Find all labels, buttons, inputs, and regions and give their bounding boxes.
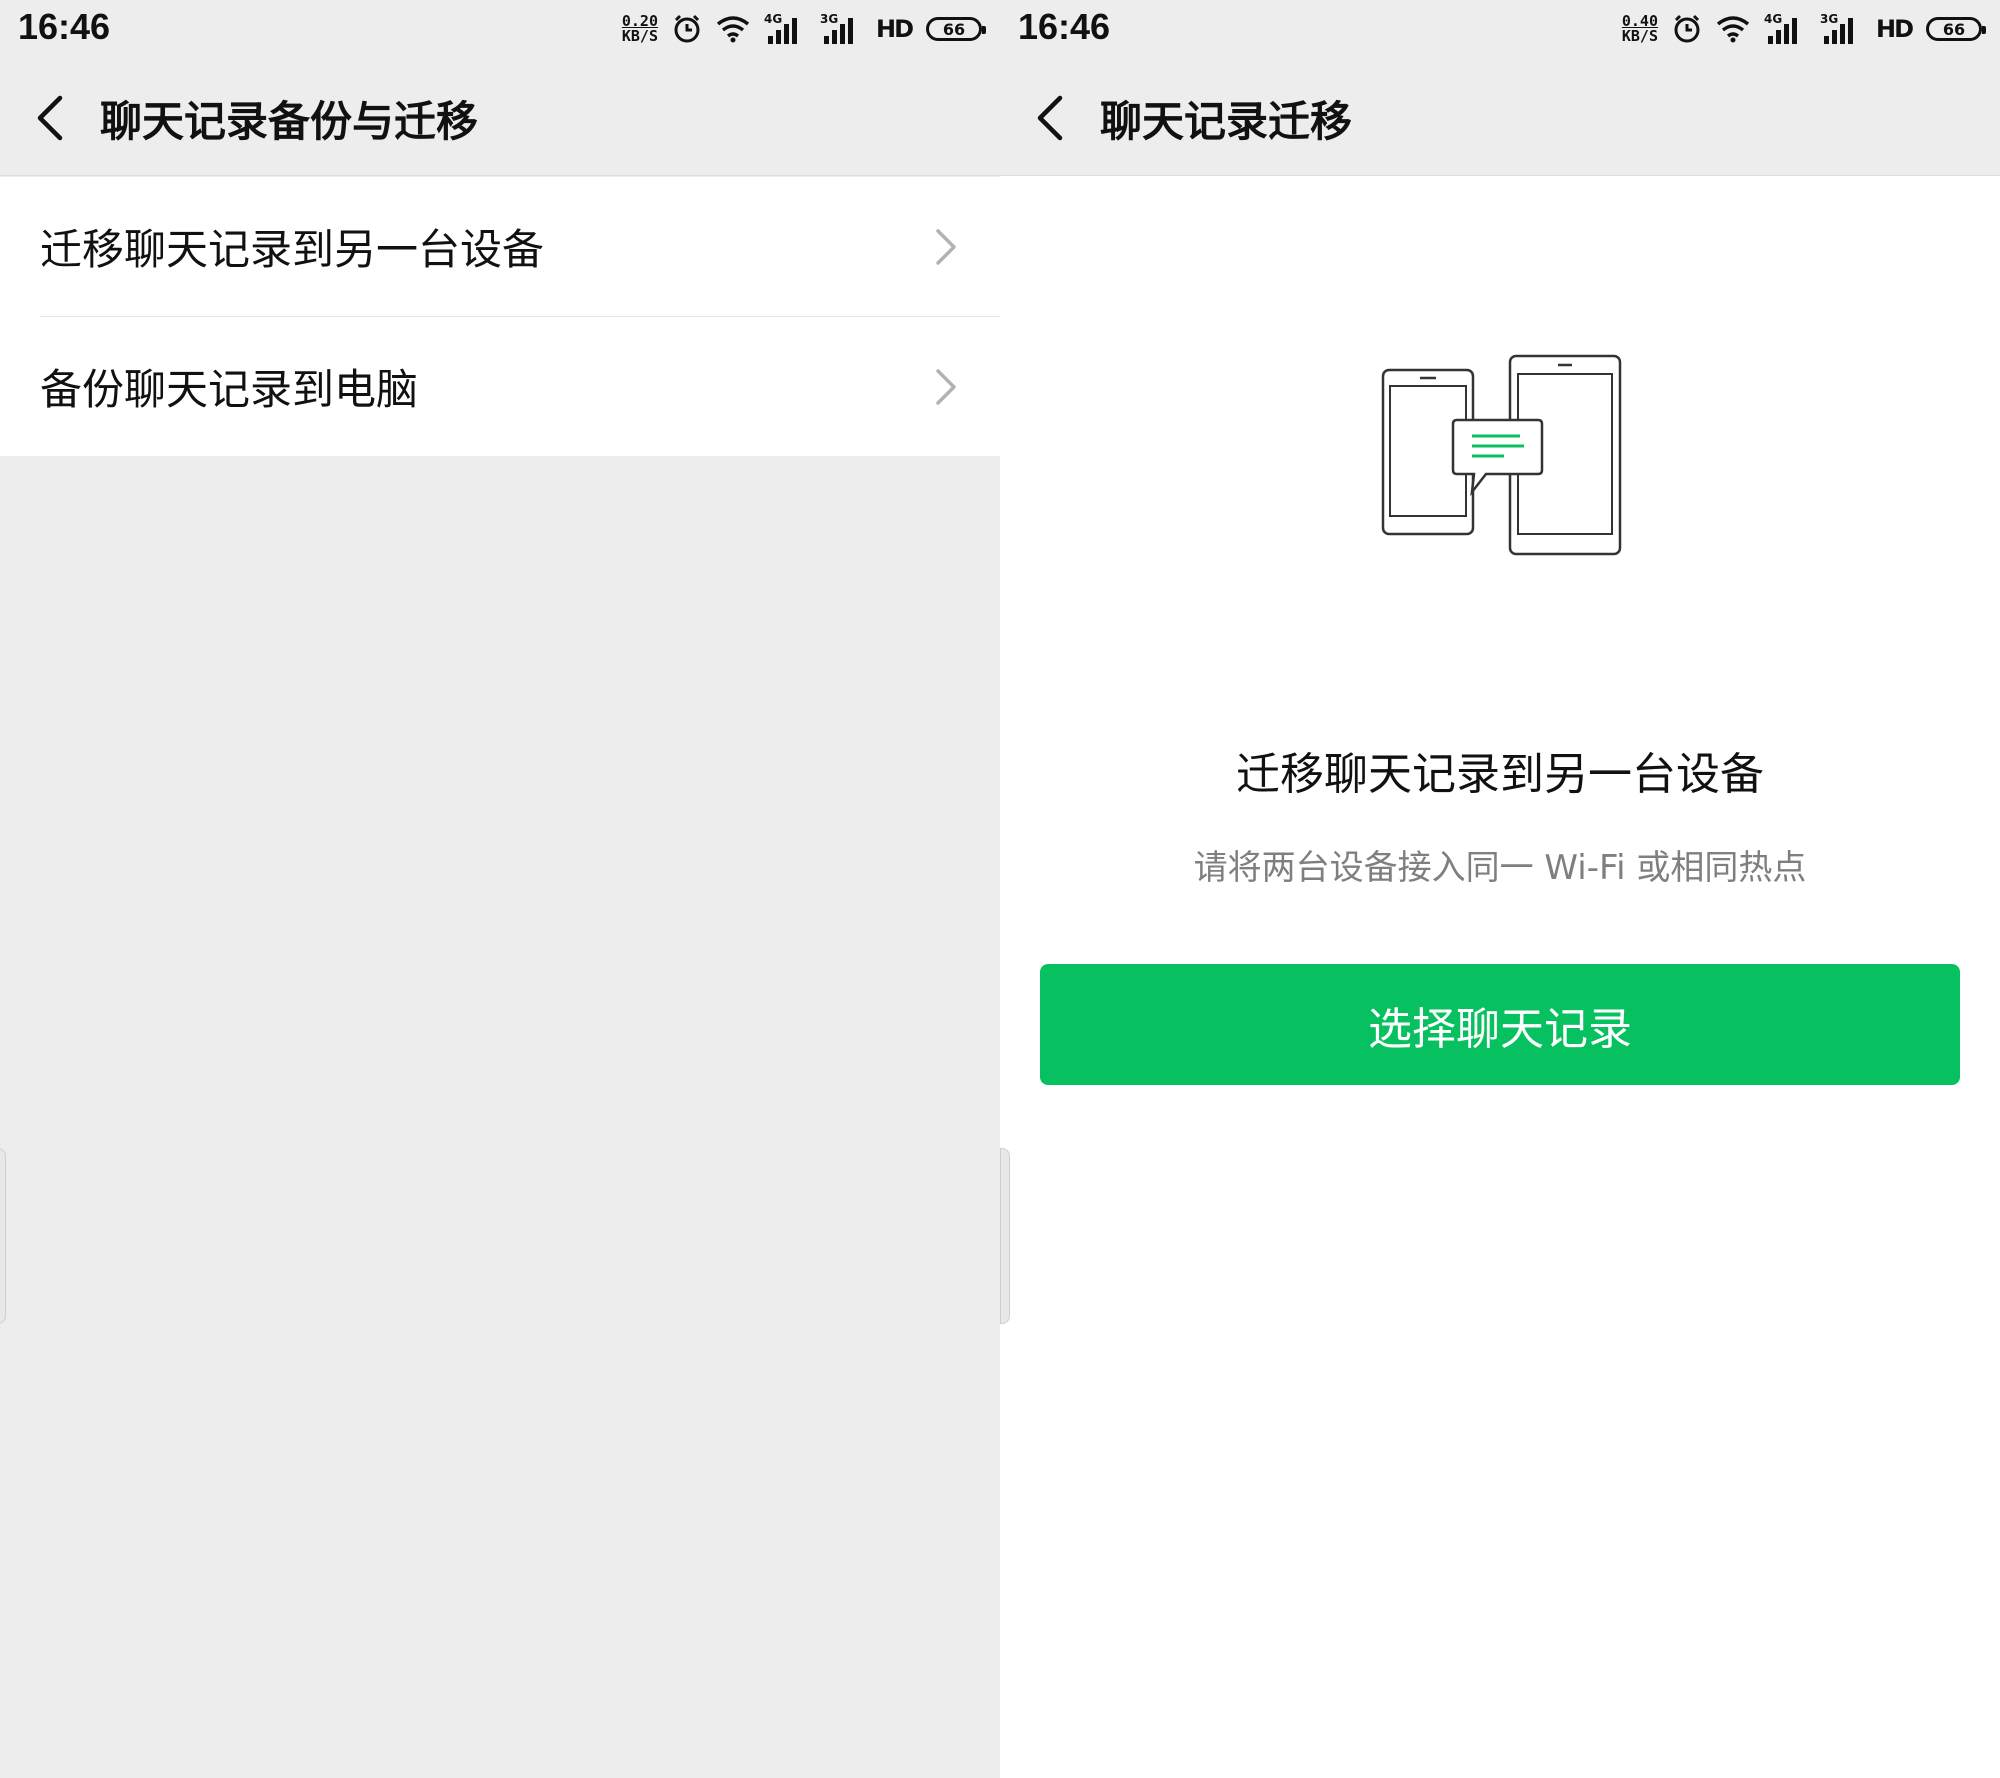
list-item-label: 迁移聊天记录到另一台设备	[40, 225, 545, 274]
list-item-migrate-to-device[interactable]: 迁移聊天记录到另一台设备	[0, 177, 1000, 316]
wifi-icon	[716, 16, 750, 43]
battery-level: 66	[942, 19, 966, 39]
network-speed: 0.20 KB/S	[622, 14, 658, 44]
back-arrow-icon[interactable]	[1032, 94, 1068, 142]
battery-level: 66	[1942, 19, 1966, 39]
wifi-icon	[1716, 16, 1750, 43]
network-speed: 0.40 KB/S	[1622, 14, 1658, 44]
chevron-right-icon	[936, 228, 956, 265]
status-icons: 0.20 KB/S 4G 3G HD 66	[622, 10, 986, 48]
edge-swipe-handle[interactable]	[1000, 1148, 1010, 1324]
status-time: 16:46	[1018, 6, 1111, 47]
chevron-right-icon	[936, 368, 956, 405]
alarm-icon	[674, 14, 700, 43]
nav-bar: 聊天记录备份与迁移	[0, 58, 1000, 176]
back-arrow-icon[interactable]	[32, 94, 68, 142]
status-bar: 16:46 0.40 KB/S 4G 3G HD 66	[1000, 0, 2000, 58]
status-bar: 16:46 0.20 KB/S 4G 3G HD 66	[0, 0, 1000, 58]
signal-icon: 4G	[764, 12, 806, 46]
battery-icon: 66	[1926, 17, 1986, 41]
network-speed-unit: KB/S	[621, 27, 658, 45]
screen-backup-and-migrate: 16:46 0.20 KB/S 4G 3G HD 66 聊天记录备份与迁移 迁移…	[0, 0, 1000, 1778]
status-time: 16:46	[18, 6, 111, 47]
phone-transfer-illustration	[1381, 354, 1622, 556]
page-title: 聊天记录备份与迁移	[100, 97, 479, 146]
signal-icon: 4G	[1764, 12, 1806, 46]
hd-voice-icon: HD	[875, 15, 914, 43]
signal-icon: 3G	[1820, 12, 1862, 46]
migration-hint: 请将两台设备接入同一 Wi-Fi 或相同热点	[1193, 848, 1807, 888]
network-speed-unit: KB/S	[1621, 27, 1658, 45]
battery-icon: 66	[926, 17, 986, 41]
edge-swipe-handle[interactable]	[0, 1148, 6, 1324]
settings-list: 迁移聊天记录到另一台设备 备份聊天记录到电脑	[0, 177, 1000, 456]
nav-bar: 聊天记录迁移	[1000, 58, 2000, 176]
hd-voice-icon: HD	[1875, 15, 1914, 43]
migration-heading: 迁移聊天记录到另一台设备	[1236, 749, 1764, 800]
list-item-backup-to-computer[interactable]: 备份聊天记录到电脑	[0, 317, 1000, 456]
status-icons: 0.40 KB/S 4G 3G HD 66	[1622, 10, 1986, 48]
signal-icon: 3G	[820, 12, 862, 46]
list-item-label: 备份聊天记录到电脑	[40, 365, 419, 414]
page-title: 聊天记录迁移	[1100, 97, 1353, 146]
screen-chat-migration: 16:46 0.40 KB/S 4G 3G HD 66 聊天记录迁移 迁移聊天记…	[1000, 0, 2000, 1778]
alarm-icon	[1674, 14, 1700, 43]
select-chat-history-button[interactable]: 选择聊天记录	[1040, 964, 1960, 1085]
